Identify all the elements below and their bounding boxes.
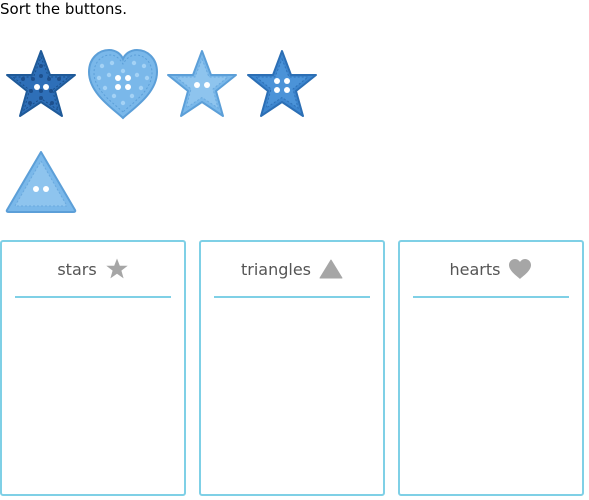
sorting-bins: stars triangles hearts <box>0 240 589 500</box>
bin-stars-drop-area[interactable] <box>2 298 184 494</box>
bin-stars-label: stars <box>57 259 97 279</box>
bin-triangles[interactable]: triangles <box>199 240 385 496</box>
bin-hearts-drop-area[interactable] <box>400 298 582 494</box>
bin-hearts-label: hearts <box>449 259 501 279</box>
triangle-icon <box>319 259 343 279</box>
heart-icon <box>508 258 532 280</box>
star-button-medium[interactable] <box>244 46 320 122</box>
bin-stars[interactable]: stars <box>0 240 186 496</box>
button-pieces-area <box>0 0 589 230</box>
star-button-dark-dotted[interactable] <box>3 46 79 122</box>
bin-hearts-header: hearts <box>413 242 569 298</box>
heart-button-light-dotted[interactable] <box>85 46 161 122</box>
bin-hearts[interactable]: hearts <box>398 240 584 496</box>
bin-triangles-header: triangles <box>214 242 370 298</box>
bin-triangles-drop-area[interactable] <box>201 298 383 494</box>
triangle-button-light[interactable] <box>3 146 79 222</box>
star-button-light[interactable] <box>164 46 240 122</box>
bin-triangles-label: triangles <box>240 259 312 279</box>
star-icon <box>105 258 129 280</box>
bin-stars-header: stars <box>15 242 171 298</box>
